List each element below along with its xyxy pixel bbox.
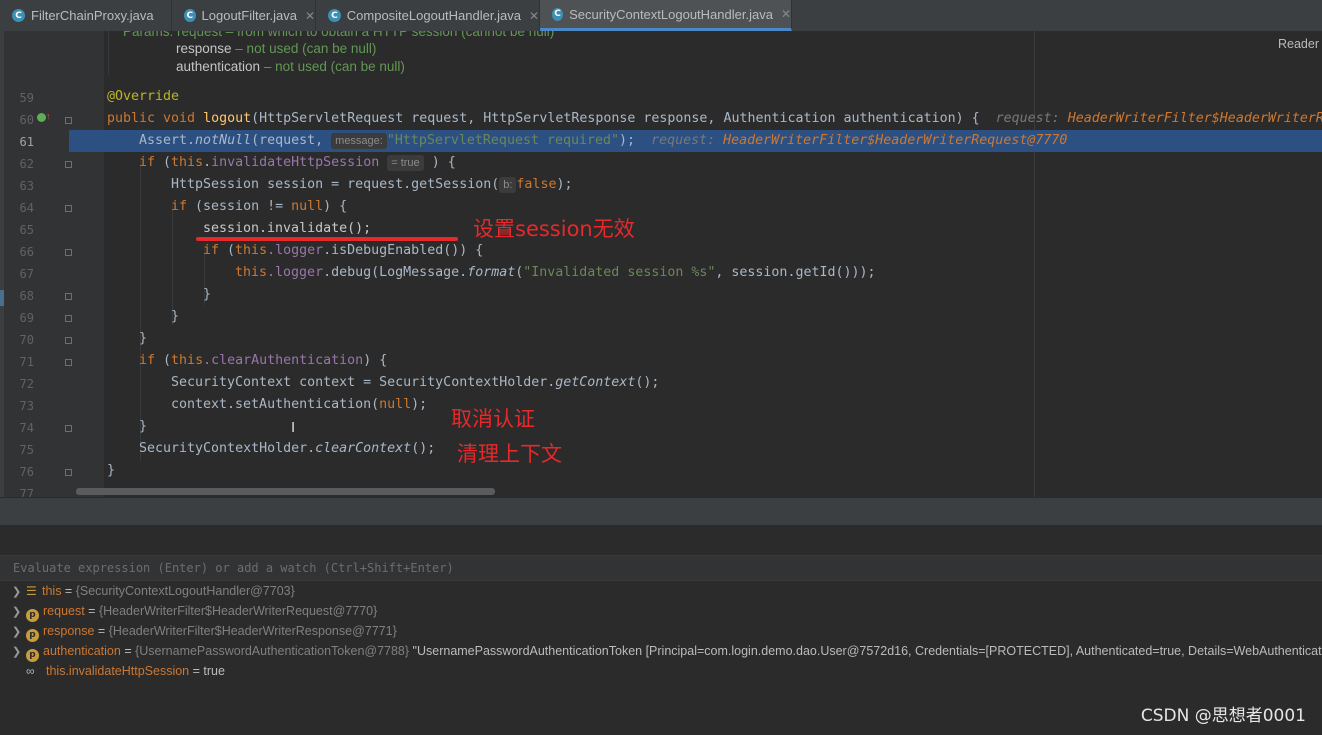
line-number: 64 (19, 201, 34, 215)
line-number: 68 (19, 289, 34, 303)
chevron-right-icon[interactable]: ❯ (12, 602, 26, 622)
code-editor[interactable]: Params: request – from which to obtain a… (0, 31, 1322, 497)
red-underline-annotation (196, 237, 458, 241)
line-number: 74 (19, 421, 34, 435)
line-number: 60 (19, 113, 34, 127)
variable-row-response[interactable]: ❯ p response = {HeaderWriterFilter$HeaderW… (12, 621, 397, 642)
line-number: 73 (19, 399, 34, 413)
annotation-clear-context: 清理上下文 (457, 442, 562, 466)
code-line-73: context.setAuthentication(null); (171, 397, 428, 412)
close-icon[interactable]: ✕ (781, 7, 791, 21)
annotation-cancel-auth: 取消认证 (451, 407, 535, 431)
watch-icon: ∞ (26, 664, 35, 678)
code-line-68: } (203, 287, 212, 302)
code-line-75: SecurityContextHolder.clearContext(); (139, 441, 436, 456)
code-line-76: } (107, 463, 116, 478)
variable-row-watch[interactable]: ∞ this.invalidateHttpSession = true (26, 661, 225, 681)
doc-comment-authentication: authentication – not used (can be null) (176, 59, 405, 74)
param-icon: p (26, 608, 39, 622)
line-number: 67 (19, 267, 34, 281)
horizontal-scrollbar[interactable] (76, 488, 495, 495)
line-number: 63 (19, 179, 34, 193)
close-icon[interactable]: ✕ (529, 9, 539, 23)
line-number: 62 (19, 157, 34, 171)
param-icon: p (26, 648, 39, 662)
chevron-right-icon[interactable]: ❯ (12, 582, 26, 602)
csdn-watermark: CSDN @思想者0001 (1140, 706, 1306, 726)
class-icon: C (552, 7, 564, 21)
variable-row-this[interactable]: ❯ ☰ this = {SecurityContextLogoutHandler@7… (12, 581, 295, 601)
fold-marker-icon[interactable] (65, 469, 72, 476)
line-number: 77 (19, 487, 34, 497)
tool-window-marker[interactable] (0, 290, 4, 306)
code-line-61: Assert.notNull(request, message: "HttpSer… (139, 133, 1068, 149)
class-icon: C (328, 9, 341, 22)
param-hint: message: (331, 133, 387, 149)
fold-marker-icon[interactable] (65, 205, 72, 212)
line-number: 72 (19, 377, 34, 391)
tab-securitycontextlogouthandler[interactable]: C SecurityContextLogoutHandler.java ✕ (540, 0, 792, 31)
fold-marker-icon[interactable] (65, 161, 72, 168)
line-number: 70 (19, 333, 34, 347)
doc-comment-response: response – not used (can be null) (176, 41, 377, 56)
left-tool-strip (0, 31, 4, 497)
code-line-66: if (this.logger.isDebugEnabled()) { (203, 243, 484, 258)
editor-tab-bar: C FilterChainProxy.java C LogoutFilter.j… (0, 0, 1322, 32)
line-number: 71 (19, 355, 34, 369)
line-number: 61 (19, 135, 34, 149)
code-line-72: SecurityContext context = SecurityContex… (171, 375, 660, 390)
code-line-64: if (session != null) { (171, 199, 348, 214)
line-number: 69 (19, 311, 34, 325)
fold-marker-icon[interactable] (65, 315, 72, 322)
fold-marker-icon[interactable] (65, 359, 72, 366)
code-line-59: @Override (107, 89, 180, 104)
tab-logoutfilter[interactable]: C LogoutFilter.java ✕ (172, 0, 316, 31)
variable-row-request[interactable]: ❯ p request = {HeaderWriterFilter$HeaderWr… (12, 601, 377, 622)
reader-mode-toggle[interactable]: Reader (1278, 37, 1319, 51)
list-icon: ☰ (26, 584, 37, 598)
doc-guide (108, 31, 109, 75)
variable-row-authentication[interactable]: ❯ p authentication = {UsernamePasswordAuth… (12, 641, 1322, 662)
text-cursor-icon: I (291, 419, 296, 436)
tab-label: LogoutFilter.java (201, 8, 297, 23)
fold-marker-icon[interactable] (65, 293, 72, 300)
fold-marker-icon[interactable] (65, 425, 72, 432)
code-line-71: if (this.clearAuthentication) { (139, 353, 388, 368)
fold-marker-icon[interactable] (65, 117, 72, 124)
debug-toolbar (0, 497, 1322, 526)
close-icon[interactable]: ✕ (305, 9, 315, 23)
code-line-74: } (139, 419, 148, 434)
line-number: 59 (19, 91, 34, 105)
right-margin-guide (1034, 31, 1035, 497)
override-marker-icon[interactable] (37, 113, 46, 122)
fold-marker-icon[interactable] (65, 249, 72, 256)
line-number: 75 (19, 443, 34, 457)
arrow-up-icon: ↑ (46, 111, 51, 121)
fold-marker-icon[interactable] (65, 337, 72, 344)
class-icon: C (184, 9, 196, 22)
param-icon: p (26, 628, 39, 642)
evaluate-expression-input[interactable]: Evaluate expression (Enter) or add a wat… (0, 555, 1322, 581)
chevron-right-icon[interactable]: ❯ (12, 642, 26, 662)
value-hint: = true (387, 155, 424, 171)
code-line-62: if (this.invalidateHttpSession = true ) … (139, 155, 456, 171)
chevron-right-icon[interactable]: ❯ (12, 622, 26, 642)
code-line-67: this.logger.debug(LogMessage.format("Inv… (235, 265, 876, 280)
annotation-invalidate-session: 设置session无效 (473, 217, 635, 241)
tab-filterchainproxy[interactable]: C FilterChainProxy.java (0, 0, 172, 31)
code-line-70: } (139, 331, 148, 346)
tab-label: SecurityContextLogoutHandler.java (569, 6, 773, 22)
tab-compositelogouthandler[interactable]: C CompositeLogoutHandler.java ✕ (316, 0, 540, 31)
line-number: 76 (19, 465, 34, 479)
tab-label: FilterChainProxy.java (31, 8, 154, 23)
code-line-69: } (171, 309, 180, 324)
line-number: 65 (19, 223, 34, 237)
line-number: 66 (19, 245, 34, 259)
code-line-60: public void logout(HttpServletRequest re… (107, 111, 1322, 126)
param-hint: b: (499, 177, 517, 193)
class-icon: C (12, 9, 25, 22)
code-line-63: HttpSession session = request.getSession… (171, 177, 573, 193)
tab-label: CompositeLogoutHandler.java (346, 8, 521, 23)
